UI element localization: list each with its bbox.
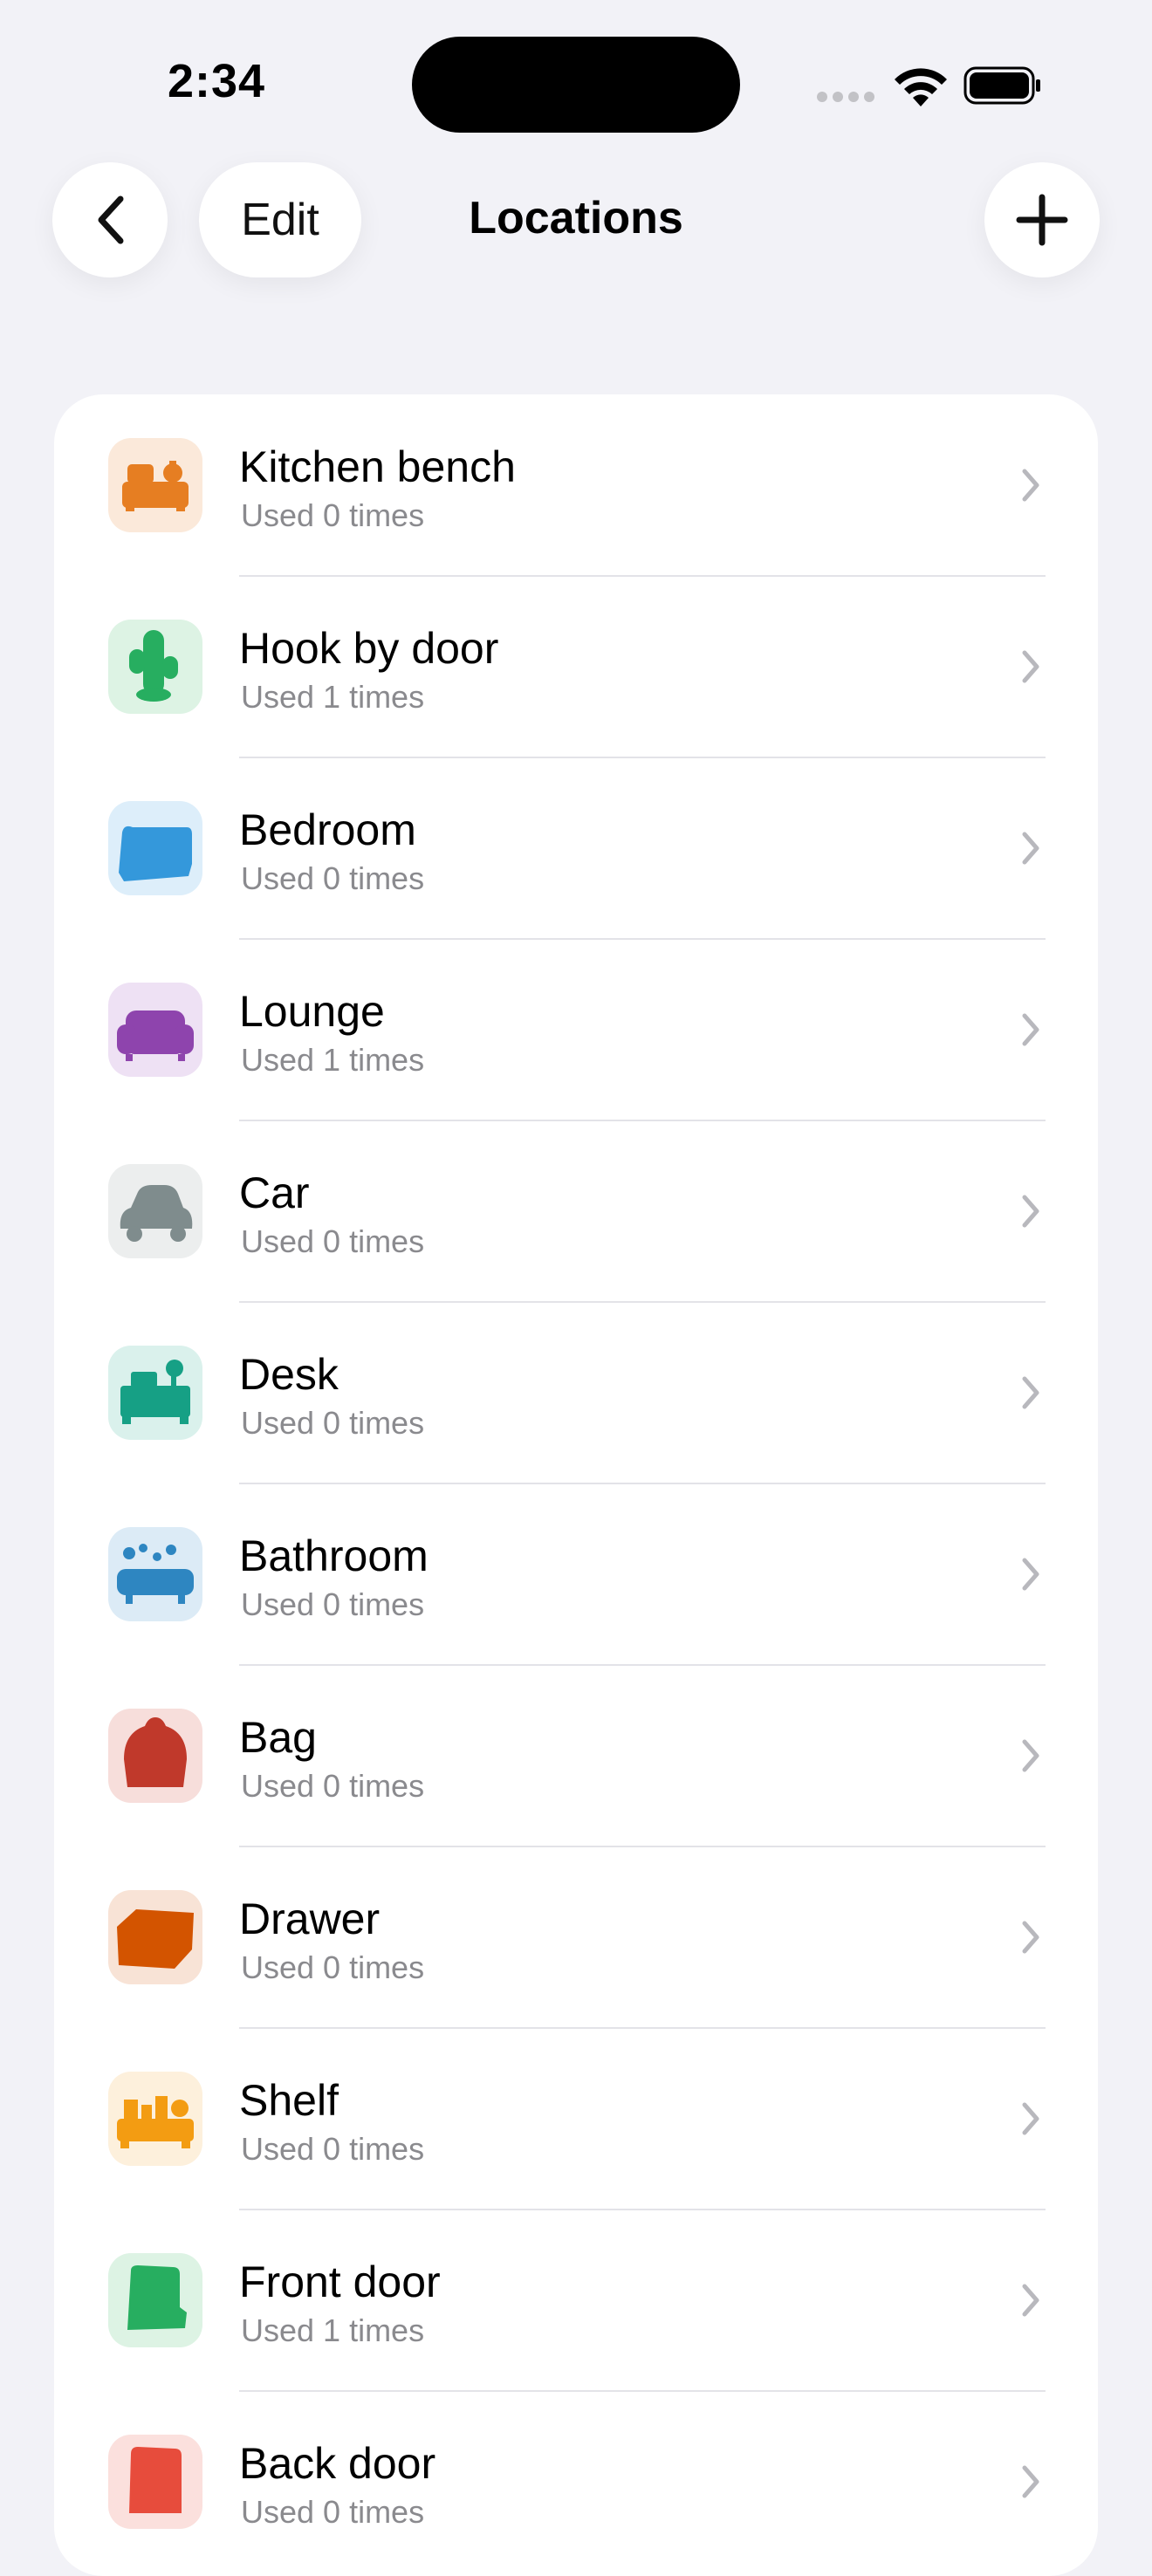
cellular-signal-icon	[817, 91, 880, 106]
location-row[interactable]: Front door Used 1 times	[54, 2209, 1098, 2392]
location-usage: Used 0 times	[241, 1405, 425, 1441]
back-door-icon	[108, 2435, 202, 2529]
location-name: Drawer	[239, 1894, 381, 1943]
chevron-right-icon	[1022, 1013, 1039, 1046]
location-usage: Used 0 times	[241, 1949, 425, 1985]
desk-icon	[108, 1346, 202, 1440]
bathtub-icon	[108, 1527, 202, 1621]
battery-icon	[963, 66, 1040, 105]
chevron-right-icon	[1022, 832, 1039, 865]
chevron-right-icon	[1022, 2465, 1039, 2498]
location-name: Desk	[239, 1350, 339, 1399]
chevron-right-icon	[1022, 2284, 1039, 2317]
location-row[interactable]: Lounge Used 1 times	[54, 939, 1098, 1121]
chevron-right-icon	[1022, 1376, 1039, 1409]
chevron-right-icon	[1022, 1195, 1039, 1228]
dynamic-island	[412, 37, 740, 133]
location-name: Hook by door	[239, 624, 499, 673]
chevron-right-icon	[1022, 1739, 1039, 1772]
location-usage: Used 0 times	[241, 1768, 425, 1804]
location-name: Lounge	[239, 987, 385, 1036]
location-usage: Used 1 times	[241, 1042, 425, 1078]
drawer-icon	[108, 1890, 202, 1984]
location-usage: Used 0 times	[241, 497, 425, 533]
location-name: Bag	[239, 1713, 317, 1762]
location-row[interactable]: Car Used 0 times	[54, 1120, 1098, 1303]
location-name: Car	[239, 1168, 310, 1217]
chevron-right-icon	[1022, 650, 1039, 683]
location-row[interactable]: Shelf Used 0 times	[54, 2028, 1098, 2210]
location-usage: Used 0 times	[241, 1223, 425, 1259]
front-door-icon	[108, 2253, 202, 2347]
location-name: Back door	[239, 2439, 436, 2488]
location-name: Bedroom	[239, 805, 416, 854]
kitchen-bench-icon	[108, 438, 202, 532]
location-name: Shelf	[239, 2076, 339, 2125]
chevron-right-icon	[1022, 1921, 1039, 1954]
location-row[interactable]: Back door Used 0 times	[54, 2391, 1098, 2573]
location-row[interactable]: Bag Used 0 times	[54, 1665, 1098, 1847]
wifi-icon	[895, 68, 947, 106]
location-row[interactable]: Bedroom Used 0 times	[54, 757, 1098, 940]
location-row[interactable]: Drawer Used 0 times	[54, 1846, 1098, 2029]
locations-list: Kitchen bench Used 0 times Hook by door Use…	[54, 394, 1098, 2576]
shelf-icon	[108, 2072, 202, 2166]
add-location-button[interactable]	[984, 162, 1100, 277]
location-usage: Used 0 times	[241, 2131, 425, 2167]
location-row[interactable]: Hook by door Used 1 times	[54, 576, 1098, 758]
location-usage: Used 1 times	[241, 2312, 425, 2348]
location-name: Kitchen bench	[239, 442, 516, 491]
chevron-right-icon	[1022, 1558, 1039, 1591]
location-usage: Used 0 times	[241, 2494, 425, 2530]
hook-icon	[108, 620, 202, 714]
location-usage: Used 1 times	[241, 679, 425, 715]
location-usage: Used 0 times	[241, 860, 425, 896]
location-name: Bathroom	[239, 1531, 429, 1580]
location-row[interactable]: Desk Used 0 times	[54, 1302, 1098, 1484]
location-row[interactable]: Bathroom Used 0 times	[54, 1483, 1098, 1666]
plus-icon	[1016, 194, 1068, 246]
sofa-icon	[108, 983, 202, 1077]
bag-icon	[108, 1709, 202, 1803]
page-title: Locations	[469, 193, 683, 243]
chevron-right-icon	[1022, 469, 1039, 502]
location-name: Front door	[239, 2257, 441, 2306]
chevron-right-icon	[1022, 2102, 1039, 2135]
car-icon	[108, 1164, 202, 1258]
status-time: 2:34	[168, 55, 266, 107]
location-row[interactable]: Kitchen bench Used 0 times	[54, 394, 1098, 577]
location-usage: Used 0 times	[241, 1586, 425, 1622]
bed-icon	[108, 801, 202, 895]
